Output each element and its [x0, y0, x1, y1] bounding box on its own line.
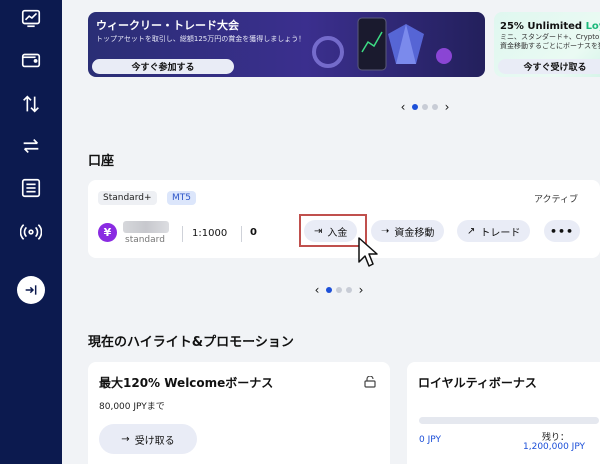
account-pager: ‹ › — [312, 283, 366, 297]
pager-dot[interactable] — [346, 287, 352, 293]
banner-pager: ‹ › — [398, 100, 452, 114]
banner-title-highlight: Loyaltyボーナス — [585, 21, 600, 32]
arrow-right-icon: → — [121, 433, 130, 445]
loyalty-progress-value: 0 JPY — [419, 435, 441, 445]
banner-subtitle: ミニ、スタンダード+、Crypto Max口座に資金移動するごとにボーナスを獲得… — [500, 33, 600, 50]
divider — [241, 226, 242, 242]
loyalty-bonus-banner[interactable]: 25% Unlimited Loyaltyボーナス ミニ、スタンダード+、Cry… — [494, 12, 600, 77]
promo-subtitle: 80,000 JPYまで — [99, 402, 165, 412]
promo-title: 最大120% Welcomeボーナス — [99, 376, 274, 390]
main-content: ウィークリー・トレード大会 トップアセットを取引し、総額125万円の賞金を獲得し… — [62, 0, 600, 464]
claim-now-button[interactable]: 今すぐ受け取る — [498, 59, 600, 74]
wallet-icon[interactable] — [19, 48, 43, 72]
banner-subtitle: トップアセットを取引し、総額125万円の賞金を獲得しましょう！ — [96, 35, 306, 43]
more-options-button[interactable]: ••• — [544, 220, 580, 242]
trade-label: トレード — [480, 227, 521, 239]
banner-title: 25% Unlimited Loyaltyボーナス — [500, 17, 600, 32]
account-number-redacted — [123, 221, 169, 233]
promotions-section-title: 現在のハイライト&プロモーション — [88, 335, 294, 350]
banner-title-prefix: 25% Unlimited — [500, 21, 586, 32]
pager-dot[interactable] — [412, 104, 418, 110]
divider — [182, 226, 183, 242]
unlock-icon — [364, 376, 376, 388]
loyalty-bonus-card[interactable]: ロイヤルティボーナス 0 JPY 残り： 1,200,000 JPY — [407, 362, 600, 464]
balance-value: 0 — [250, 227, 257, 238]
account-type-tag: Standard+ — [98, 191, 157, 205]
weekly-trade-banner[interactable]: ウィークリー・トレード大会 トップアセットを取引し、総額125万円の賞金を獲得し… — [88, 12, 485, 77]
trophy-phone-illustration — [312, 17, 452, 71]
signal-icon[interactable] — [19, 220, 43, 244]
banner-title: ウィークリー・トレード大会 — [96, 19, 239, 32]
claim-label: 受け取る — [134, 435, 175, 447]
next-arrow-icon[interactable]: › — [356, 283, 366, 297]
transfer-button[interactable]: ➝ 資金移動 — [371, 220, 445, 242]
exit-icon[interactable] — [17, 276, 45, 304]
account-card: Standard+ MT5 アクティブ ¥ standard 1:1000 0 … — [88, 180, 600, 258]
prev-arrow-icon[interactable]: ‹ — [312, 283, 322, 297]
pager-dot[interactable] — [432, 104, 438, 110]
trade-button[interactable]: ↗ トレード — [457, 220, 531, 242]
mouse-cursor-icon — [358, 237, 378, 267]
swap-horizontal-icon[interactable] — [19, 134, 43, 158]
arrow-right-circle-icon: ➝ — [381, 225, 390, 237]
trend-up-icon: ↗ — [467, 225, 476, 237]
pager-dot[interactable] — [326, 287, 332, 293]
leverage-value: 1:1000 — [192, 228, 228, 239]
accounts-section-title: 口座 — [88, 154, 115, 169]
list-icon[interactable] — [19, 176, 43, 200]
claim-button[interactable]: → 受け取る — [99, 424, 197, 454]
pager-dot[interactable] — [336, 287, 342, 293]
welcome-bonus-card[interactable]: 最大120% Welcomeボーナス 80,000 JPYまで → 受け取る — [88, 362, 390, 464]
remaining-value: 1,200,000 JPY — [523, 442, 586, 452]
account-status: アクティブ — [533, 195, 578, 205]
chart-icon[interactable] — [19, 6, 43, 30]
next-arrow-icon[interactable]: › — [442, 100, 452, 114]
transfer-label: 資金移動 — [394, 227, 435, 239]
transfer-vertical-icon[interactable] — [19, 92, 43, 116]
join-now-button[interactable]: 今すぐ参加する — [92, 59, 234, 74]
pager-dot[interactable] — [422, 104, 428, 110]
platform-tag: MT5 — [167, 191, 196, 205]
sidebar — [0, 0, 62, 464]
promo-title: ロイヤルティボーナス — [418, 376, 537, 390]
prev-arrow-icon[interactable]: ‹ — [398, 100, 408, 114]
loyalty-progress-bar — [419, 417, 599, 424]
currency-icon: ¥ — [98, 223, 117, 242]
account-type-label: standard — [125, 235, 165, 245]
